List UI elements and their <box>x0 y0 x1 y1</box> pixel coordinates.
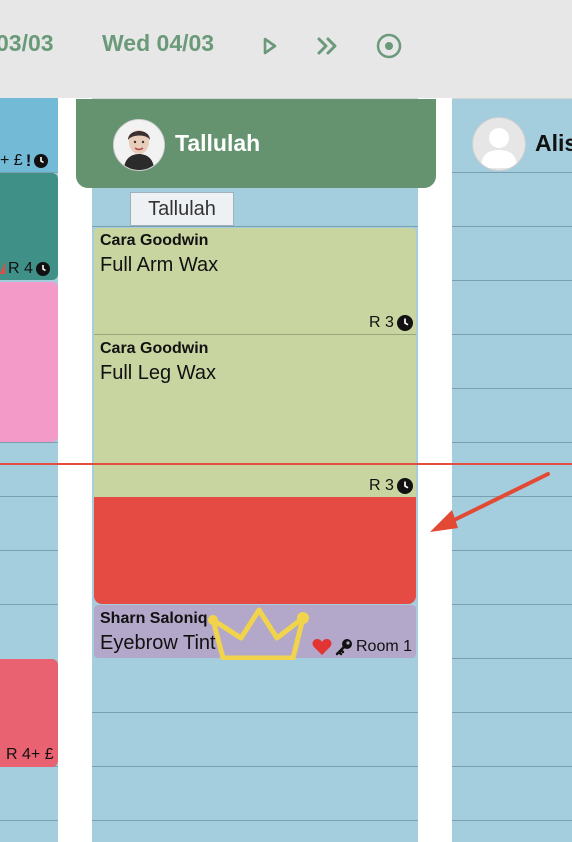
appointment-card[interactable] <box>94 335 416 497</box>
room-badge: Room 1 <box>356 638 413 655</box>
alert-icon: ! <box>25 151 32 170</box>
client-name: Cara Goodwin <box>100 232 209 249</box>
service-name: Full Arm Wax <box>100 254 219 276</box>
blocked-time-slot[interactable] <box>94 497 416 604</box>
left-appointment-badges: R 4 <box>8 260 50 278</box>
next-week-icon[interactable] <box>316 36 340 56</box>
annotation-arrow <box>430 472 550 532</box>
previous-day-label[interactable]: 03/03 <box>0 30 54 57</box>
next-day-icon[interactable] <box>262 36 278 56</box>
service-name: Full Leg Wax <box>100 362 216 384</box>
appointment-badges: R 3 <box>369 477 413 495</box>
staff-name: Alis <box>535 130 572 156</box>
staff-avatar <box>113 119 165 171</box>
appointment-badges: Room 1 <box>312 638 412 656</box>
current-day-label[interactable]: Wed 04/03 <box>102 30 214 57</box>
clock-icon <box>396 315 413 331</box>
staff-avatar-placeholder <box>472 117 526 171</box>
price-badge: + £ <box>0 152 23 169</box>
left-appointment-badges: + £ ! <box>0 151 49 171</box>
left-column-appointment[interactable] <box>0 282 58 442</box>
left-appointment-badges: R 4+ £ <box>6 746 54 764</box>
room-badge: R 4 <box>8 260 33 277</box>
crown-icon <box>208 607 309 660</box>
clock-icon <box>396 478 413 494</box>
staff-name-tooltip: Tallulah <box>130 192 234 226</box>
room-price-badge: R 4+ £ <box>6 746 54 763</box>
service-name: Eyebrow Tint <box>100 632 216 654</box>
appointment-badges: R 3 <box>369 314 413 332</box>
client-name: Cara Goodwin <box>100 340 209 357</box>
room-badge: R 3 <box>369 314 394 331</box>
current-time-line <box>0 463 572 465</box>
key-icon <box>335 639 352 656</box>
heart-icon <box>312 639 332 655</box>
clock-icon <box>35 262 50 276</box>
staff-name: Tallulah <box>175 130 261 156</box>
column-divider <box>58 98 92 842</box>
client-name: Sharn Saloniq <box>100 610 208 627</box>
room-badge: R 3 <box>369 477 394 494</box>
today-target-icon[interactable] <box>376 33 402 59</box>
clock-icon <box>34 154 49 168</box>
calendar-header <box>0 0 572 99</box>
red-corner-marker <box>0 262 5 274</box>
